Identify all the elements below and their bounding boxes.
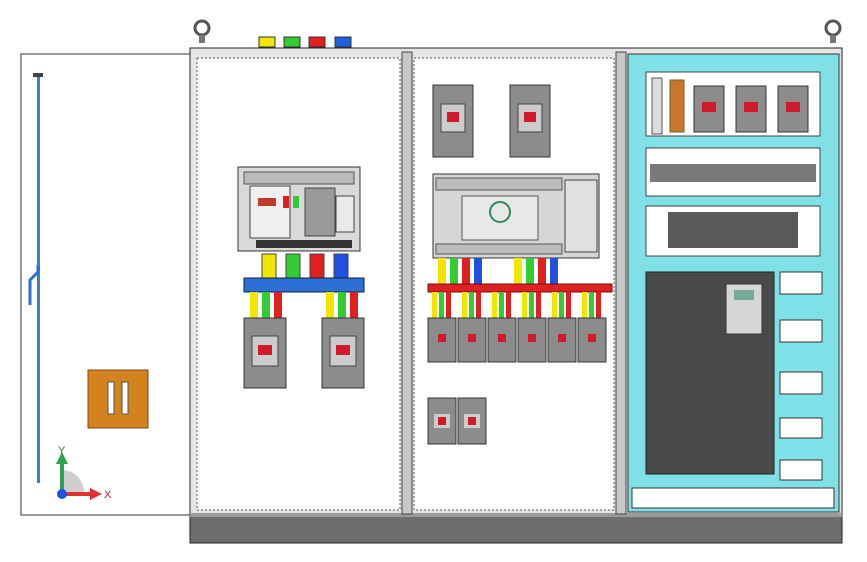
small-breaker[interactable]	[432, 84, 474, 158]
feeder-dropper	[432, 292, 437, 318]
feeder-dropper	[506, 292, 511, 318]
open-door	[20, 53, 194, 516]
bottom-breaker[interactable]	[457, 397, 487, 445]
feeder-breaker-handle[interactable]	[588, 334, 596, 342]
axis-y-label: Y	[58, 445, 66, 457]
feeder-breaker-handle[interactable]	[498, 334, 506, 342]
feeder-dropper	[446, 292, 451, 318]
right-section	[627, 53, 840, 513]
feeder-breaker-handle[interactable]	[528, 334, 536, 342]
feeder-dropper	[529, 292, 534, 318]
feeder-dropper	[476, 292, 481, 318]
feeder-breaker-handle[interactable]	[438, 334, 446, 342]
acb-breaker-icon[interactable]	[237, 166, 361, 252]
feeder-dropper	[566, 292, 571, 318]
feeder-dropper	[536, 292, 541, 318]
feeder-dropper	[596, 292, 601, 318]
right-top-breaker[interactable]	[735, 85, 767, 133]
right-top-breaker[interactable]	[693, 85, 725, 133]
feeder-dropper	[582, 292, 587, 318]
feeder-dropper	[492, 292, 497, 318]
feeder-dropper	[499, 292, 504, 318]
small-breaker[interactable]	[509, 84, 551, 158]
feeder-breaker-handle[interactable]	[558, 334, 566, 342]
plc-controller-icon[interactable]	[432, 173, 600, 259]
cabinet-drawing: Y X	[20, 19, 843, 544]
feeder-dropper	[559, 292, 564, 318]
axis-x-label: X	[104, 489, 112, 501]
feeder-dropper	[462, 292, 467, 318]
vfd-inverter-icon[interactable]	[645, 271, 775, 475]
left-section	[196, 57, 401, 511]
feeder-dropper	[439, 292, 444, 318]
door-handle-icon[interactable]	[87, 369, 149, 429]
feeder-dropper	[589, 292, 594, 318]
middle-section	[413, 57, 615, 511]
right-top-breaker[interactable]	[777, 85, 809, 133]
feeder-breaker-handle[interactable]	[468, 334, 476, 342]
feeder-dropper	[552, 292, 557, 318]
feeder-dropper	[469, 292, 474, 318]
top-terminal-group	[258, 36, 352, 48]
bottom-breaker[interactable]	[427, 397, 457, 445]
incomer-breaker[interactable]	[243, 317, 287, 389]
incomer-breaker[interactable]	[321, 317, 365, 389]
feeder-dropper	[522, 292, 527, 318]
